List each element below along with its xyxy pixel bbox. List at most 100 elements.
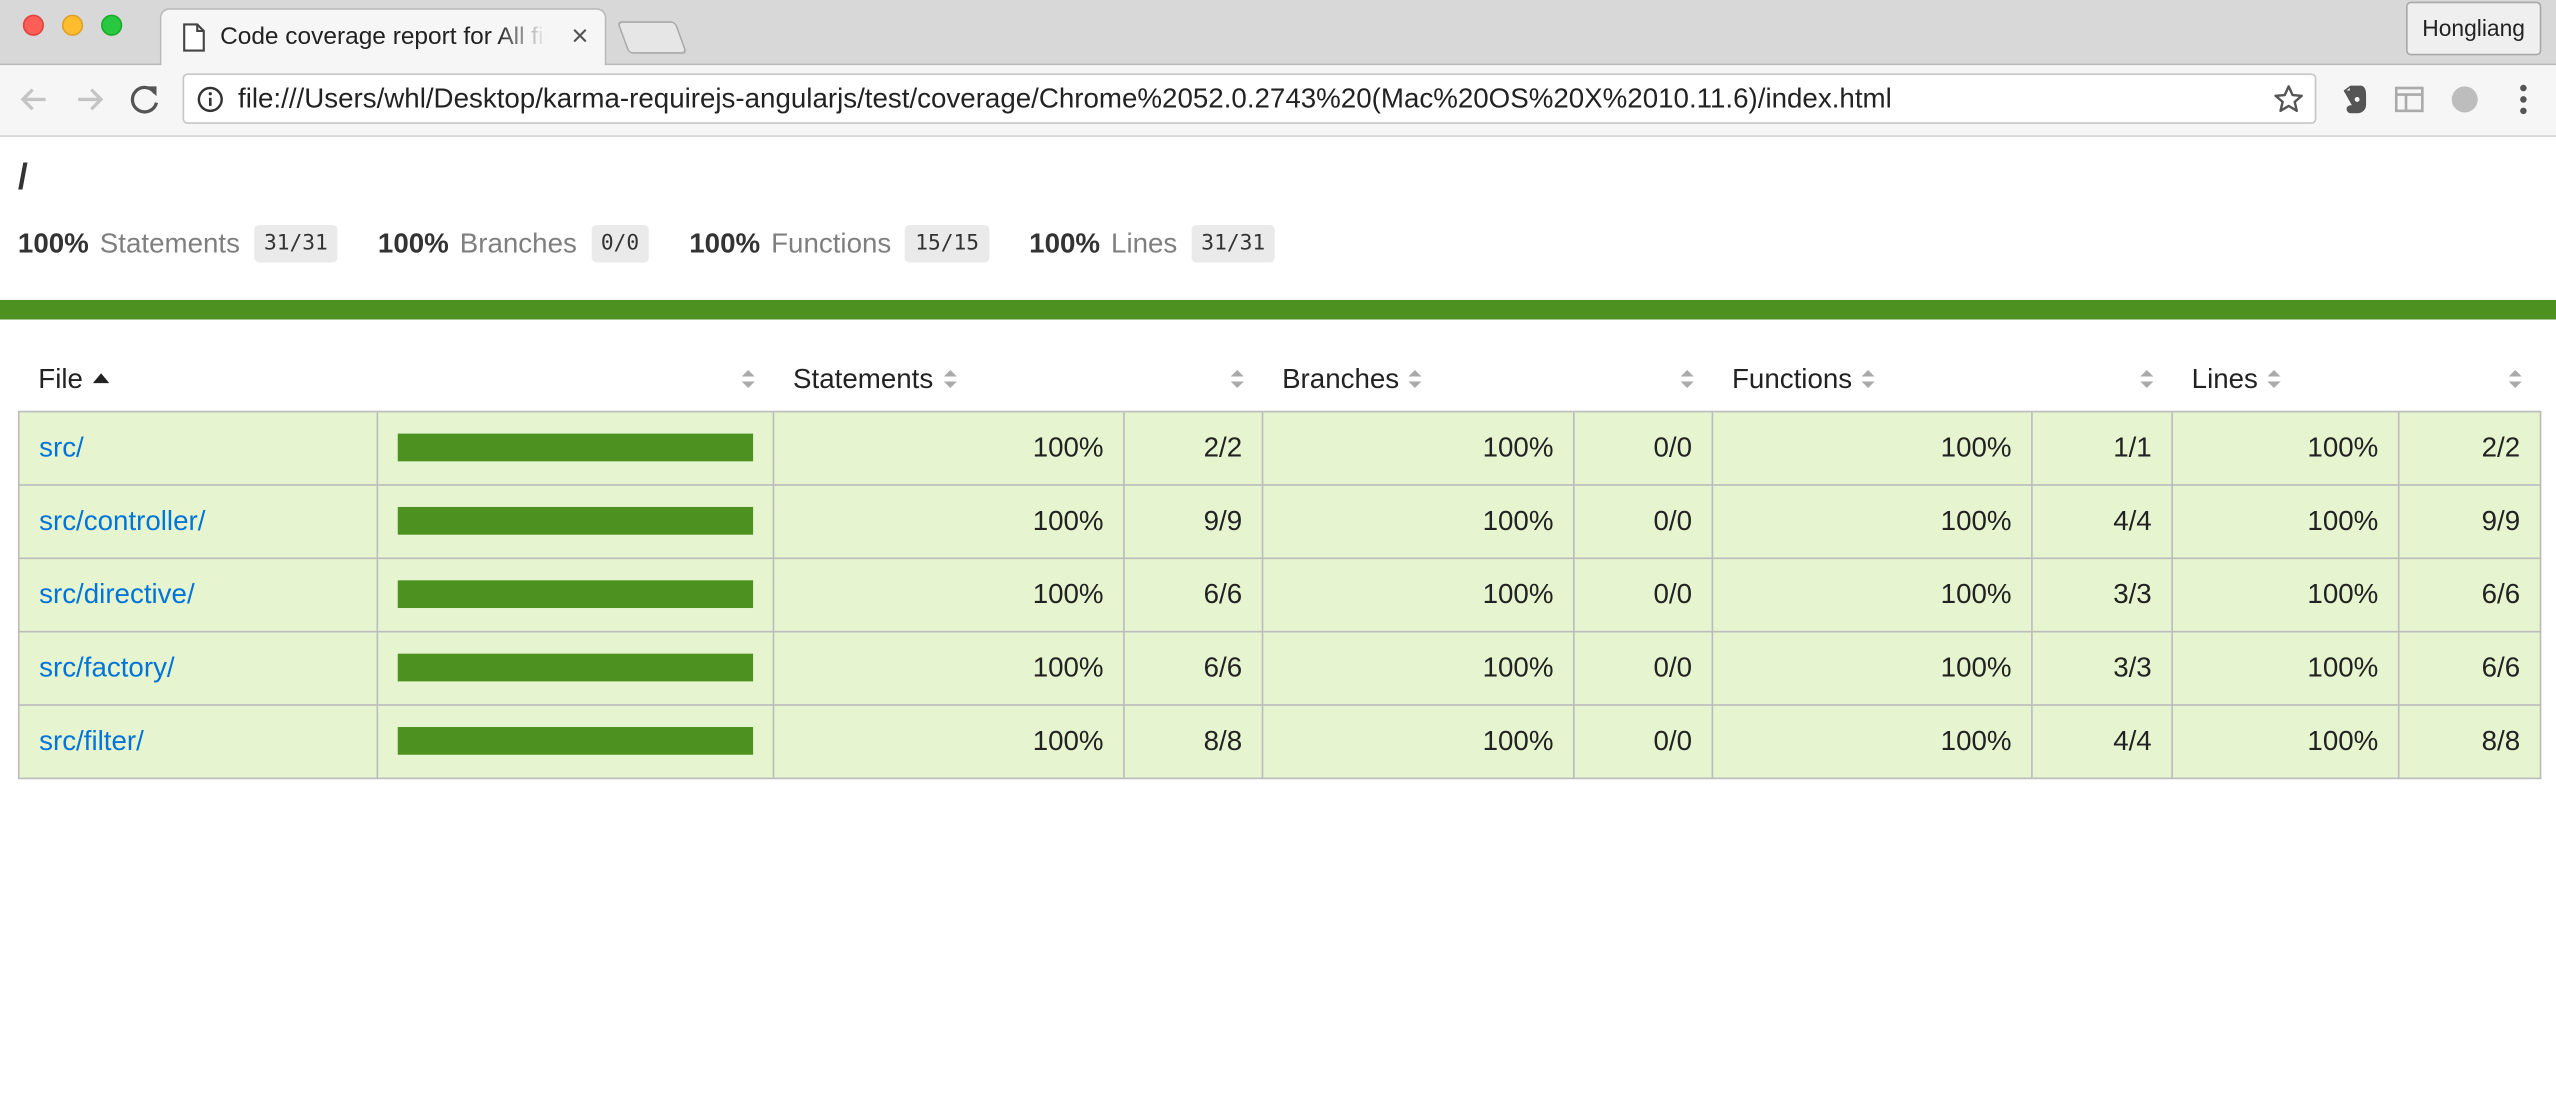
reload-icon[interactable] — [124, 78, 166, 120]
table-row: src/filter/ 100% 8/8 100% 0/0 100% 4/4 1… — [17, 703, 2542, 779]
file-link[interactable]: src/directive/ — [39, 578, 195, 609]
file-cell: src/ — [17, 409, 379, 485]
statements-count: 9/9 — [1123, 483, 1264, 559]
header-label: Statements — [793, 363, 934, 395]
lines-pct: 100% — [2171, 409, 2400, 485]
functions-count: 3/3 — [2031, 630, 2173, 706]
sort-icon — [1229, 369, 1243, 388]
sort-icon — [2507, 369, 2521, 388]
branches-count: 0/0 — [1573, 703, 1714, 779]
functions-pct: 100% — [1711, 703, 2033, 779]
sort-icon — [2139, 369, 2153, 388]
back-arrow-icon[interactable] — [13, 78, 55, 120]
branches-pct: 100% — [1261, 409, 1575, 485]
table-header-row: File Statements Branches Functions Lines — [18, 348, 2541, 412]
file-link[interactable]: src/factory/ — [39, 651, 175, 682]
coverage-status-bar — [0, 299, 2556, 320]
header-functions[interactable]: Functions — [1712, 348, 2032, 412]
sort-icon — [2267, 369, 2281, 388]
coverage-summary: 100% Statements 31/31 100% Branches 0/0 … — [17, 224, 1308, 263]
summary-fraction: 31/31 — [254, 224, 338, 263]
summary-pct: 100% — [1029, 228, 1101, 260]
coverage-bar — [397, 506, 754, 535]
header-lines-count[interactable] — [2398, 348, 2541, 412]
window-close-button[interactable] — [22, 14, 45, 36]
table-row: src/factory/ 100% 6/6 100% 0/0 100% 3/3 … — [17, 630, 2542, 706]
header-statements[interactable]: Statements — [773, 348, 1124, 412]
header-statements-count[interactable] — [1123, 348, 1263, 412]
summary-statements: 100% Statements 31/31 — [17, 224, 338, 263]
lines-count: 6/6 — [2397, 630, 2542, 706]
tab-title: Code coverage report for All files — [220, 22, 547, 51]
functions-count: 4/4 — [2031, 483, 2173, 559]
file-cell: src/controller/ — [17, 483, 379, 559]
summary-lines: 100% Lines 31/31 — [1029, 224, 1275, 263]
file-cell: src/directive/ — [17, 556, 379, 632]
file-link[interactable]: src/ — [39, 431, 84, 462]
sort-icon — [1679, 369, 1693, 388]
table-row: src/directive/ 100% 6/6 100% 0/0 100% 3/… — [17, 556, 2542, 632]
summary-pct: 100% — [377, 228, 449, 260]
evernote-extension-icon[interactable] — [2336, 82, 2372, 118]
file-link[interactable]: src/filter/ — [39, 725, 144, 756]
coverage-bar — [397, 580, 754, 609]
active-tab[interactable]: Code coverage report for All files × — [159, 8, 607, 67]
layout-extension-icon[interactable] — [2391, 82, 2427, 118]
branches-count: 0/0 — [1573, 483, 1714, 559]
header-branches[interactable]: Branches — [1262, 348, 1574, 412]
functions-pct: 100% — [1711, 483, 2033, 559]
coverage-bar-cell — [376, 630, 775, 706]
lines-pct: 100% — [2171, 483, 2400, 559]
header-functions-count[interactable] — [2031, 348, 2173, 412]
lines-count: 9/9 — [2397, 483, 2542, 559]
tab-close-icon[interactable]: × — [571, 20, 588, 53]
lines-pct: 100% — [2171, 703, 2400, 779]
coverage-bar — [397, 433, 754, 462]
branches-pct: 100% — [1261, 483, 1575, 559]
lines-count: 8/8 — [2397, 703, 2542, 779]
forward-arrow-icon[interactable] — [68, 78, 110, 120]
file-cell: src/filter/ — [17, 703, 379, 779]
browser-menu-icon[interactable] — [2505, 82, 2541, 118]
statements-count: 6/6 — [1123, 630, 1264, 706]
coverage-bar — [397, 653, 754, 682]
profile-button[interactable]: Hongliang — [2405, 1, 2542, 56]
file-cell: src/factory/ — [17, 630, 379, 706]
statements-count: 6/6 — [1123, 556, 1264, 632]
header-label: Branches — [1282, 363, 1400, 395]
file-link[interactable]: src/controller/ — [39, 505, 205, 536]
summary-branches: 100% Branches 0/0 — [377, 224, 649, 263]
header-file[interactable]: File — [18, 348, 378, 412]
window-minimize-button[interactable] — [61, 14, 84, 36]
bookmark-star-icon[interactable] — [2272, 83, 2305, 116]
circle-extension-icon[interactable] — [2447, 82, 2483, 118]
summary-label: Branches — [459, 228, 577, 260]
coverage-table: File Statements Branches Functions Lines… — [17, 348, 2542, 779]
functions-pct: 100% — [1711, 556, 2033, 632]
header-lines[interactable]: Lines — [2172, 348, 2399, 412]
info-icon[interactable] — [197, 86, 223, 113]
browser-window: Code coverage report for All files × Hon… — [0, 0, 2556, 1094]
branches-pct: 100% — [1261, 556, 1575, 632]
branches-count: 0/0 — [1573, 556, 1714, 632]
url-text[interactable]: file:///Users/whl/Desktop/karma-requirej… — [238, 83, 1892, 116]
browser-toolbar: file:///Users/whl/Desktop/karma-requirej… — [0, 65, 2556, 137]
header-branches-count[interactable] — [1573, 348, 1713, 412]
summary-label: Lines — [1111, 228, 1178, 260]
header-label: Functions — [1731, 363, 1853, 395]
statements-pct: 100% — [772, 630, 1125, 706]
functions-pct: 100% — [1711, 409, 2033, 485]
sort-icon — [740, 369, 754, 388]
statements-pct: 100% — [772, 556, 1125, 632]
header-coverage-bar[interactable] — [377, 348, 774, 412]
lines-count: 2/2 — [2397, 409, 2542, 485]
table-row: src/controller/ 100% 9/9 100% 0/0 100% 4… — [17, 483, 2542, 559]
window-maximize-button[interactable] — [101, 14, 123, 36]
summary-pct: 100% — [17, 228, 89, 260]
summary-pct: 100% — [689, 228, 761, 260]
header-label: Lines — [2191, 363, 2258, 395]
new-tab-button[interactable] — [616, 21, 688, 54]
summary-fraction: 0/0 — [591, 224, 649, 263]
coverage-bar-cell — [376, 556, 775, 632]
address-bar[interactable]: file:///Users/whl/Desktop/karma-requirej… — [182, 73, 2317, 124]
